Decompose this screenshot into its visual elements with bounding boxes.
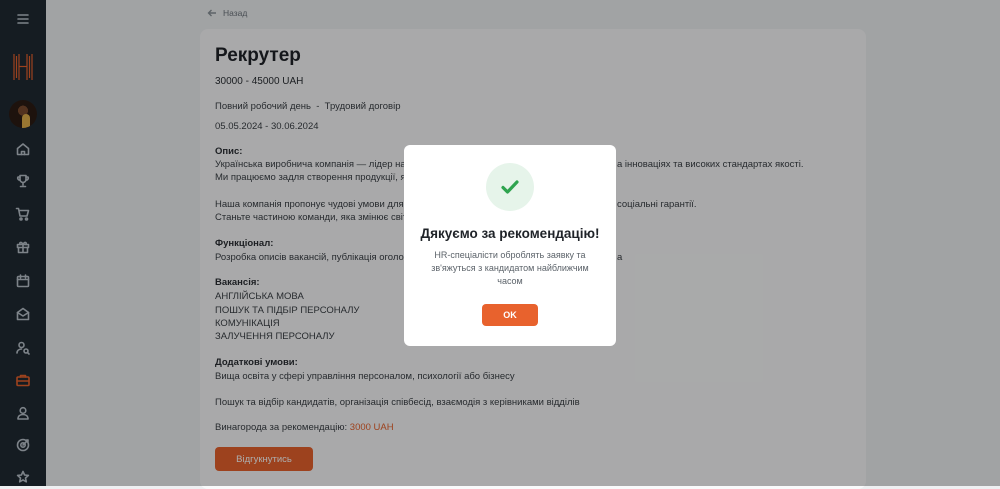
ok-button[interactable]: OK <box>482 304 538 326</box>
modal-title: Дякуємо за рекомендацію! <box>420 226 600 241</box>
modal-message: HR-спеціалісти оброблять заявку та зв'яж… <box>431 250 589 286</box>
check-icon <box>486 163 534 211</box>
thank-you-modal: Дякуємо за рекомендацію! HR-спеціалісти … <box>404 145 616 346</box>
